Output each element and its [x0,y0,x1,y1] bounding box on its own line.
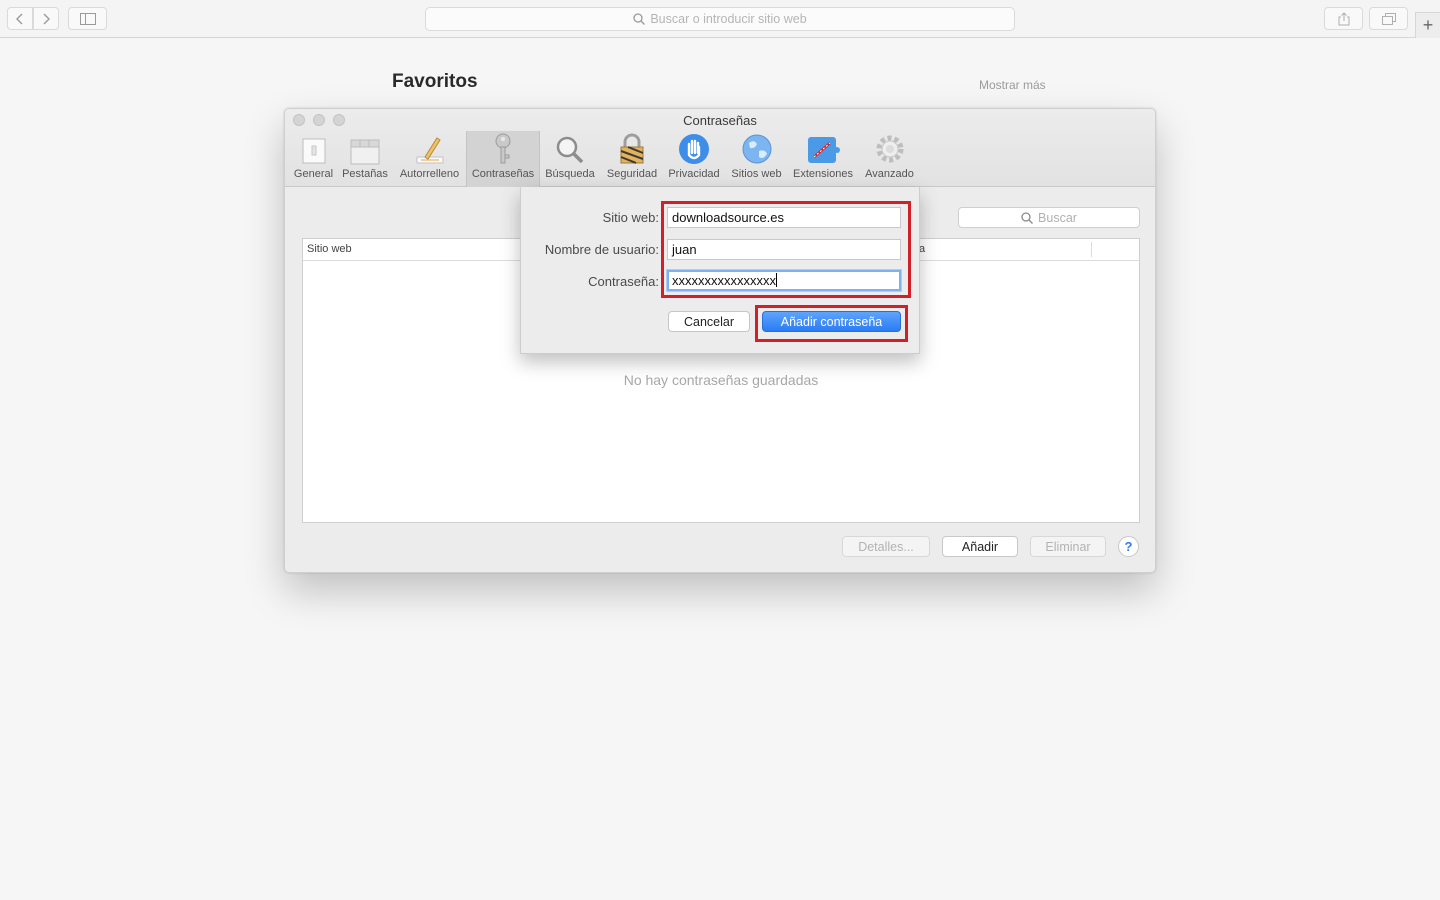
hand-icon [676,131,712,165]
password-field[interactable]: xxxxxxxxxxxxxxxx [667,270,901,291]
tab-label: General [293,168,334,180]
tab-label: Contraseñas [471,168,535,180]
general-icon [296,131,332,165]
share-button[interactable] [1324,7,1363,30]
sidebar-toggle-button[interactable] [68,7,107,30]
show-more-link[interactable]: Mostrar más [979,78,1046,92]
details-button[interactable]: Detalles... [842,536,930,557]
add-password-button[interactable]: Añadir contraseña [762,311,901,332]
favorites-title: Favoritos [392,71,478,92]
tab-seguridad[interactable]: Seguridad [603,131,661,187]
puzzle-icon [805,131,841,165]
username-field[interactable]: juan [667,239,901,260]
autofill-icon [412,131,448,165]
share-icon [1338,11,1349,25]
back-button[interactable] [7,7,33,30]
add-password-sheet: Sitio web: downloadsource.es Nombre de u… [520,187,920,354]
search-icon [552,131,588,165]
tab-label: Sitios web [731,168,782,180]
browser-toolbar: Buscar o introducir sitio web + [0,0,1440,38]
preferences-title: Contraseñas [683,113,757,128]
lock-icon [614,131,650,165]
tab-pestanas[interactable]: Pestañas [340,131,390,187]
tab-label: Privacidad [668,168,720,180]
search-icon [633,13,646,25]
remove-button[interactable]: Eliminar [1030,536,1106,557]
tabs-overview-button[interactable] [1369,7,1408,30]
address-placeholder: Buscar o introducir sitio web [650,12,807,26]
tab-label: Búsqueda [545,168,595,180]
tab-label: Seguridad [606,168,658,180]
site-label: Sitio web: [602,210,659,225]
add-button[interactable]: Añadir [942,536,1018,557]
password-label: Contraseña: [588,274,659,289]
forward-button[interactable] [33,7,59,30]
tabs-overview-icon [1381,12,1396,25]
tab-label: Autorrelleno [399,168,460,180]
help-button[interactable]: ? [1118,536,1139,557]
text-caret [776,273,777,287]
tab-label: Avanzado [865,168,914,180]
tab-privacidad[interactable]: Privacidad [665,131,723,187]
tab-label: Extensiones [793,168,853,180]
tab-busqueda[interactable]: Búsqueda [543,131,597,187]
password-value: xxxxxxxxxxxxxxxx [672,273,776,288]
tabs-icon [347,131,383,165]
empty-message: No hay contraseñas guardadas [623,372,819,388]
key-icon [485,131,521,165]
tab-contrasenas[interactable]: Contraseñas [466,131,540,187]
site-field[interactable]: downloadsource.es [667,207,901,228]
search-placeholder: Buscar [1038,210,1077,225]
search-icon [1021,211,1034,224]
new-tab-label: + [1422,15,1434,35]
tab-autorrelleno[interactable]: Autorrelleno [397,131,462,187]
username-label: Nombre de usuario: [544,242,659,257]
tab-label: Pestañas [342,168,388,180]
globe-icon [739,131,775,165]
chevron-right-icon [43,13,50,24]
sidebar-icon [79,12,96,25]
new-tab-button[interactable]: + [1415,12,1440,38]
tab-avanzado[interactable]: Avanzado [862,131,917,187]
gear-icon [872,131,908,165]
preferences-toolbar: Contraseñas General Pestañas Autorrellen… [285,109,1155,187]
address-bar[interactable]: Buscar o introducir sitio web [425,7,1015,31]
password-search-input[interactable]: Buscar [958,207,1140,228]
tab-extensiones[interactable]: Extensiones [790,131,856,187]
cancel-button[interactable]: Cancelar [668,311,750,332]
tab-sitios-web[interactable]: Sitios web [728,131,785,187]
tab-general[interactable]: General [291,131,336,187]
chevron-left-icon [16,13,23,24]
column-header-site[interactable]: Sitio web [307,243,352,255]
column-divider [1091,242,1092,257]
